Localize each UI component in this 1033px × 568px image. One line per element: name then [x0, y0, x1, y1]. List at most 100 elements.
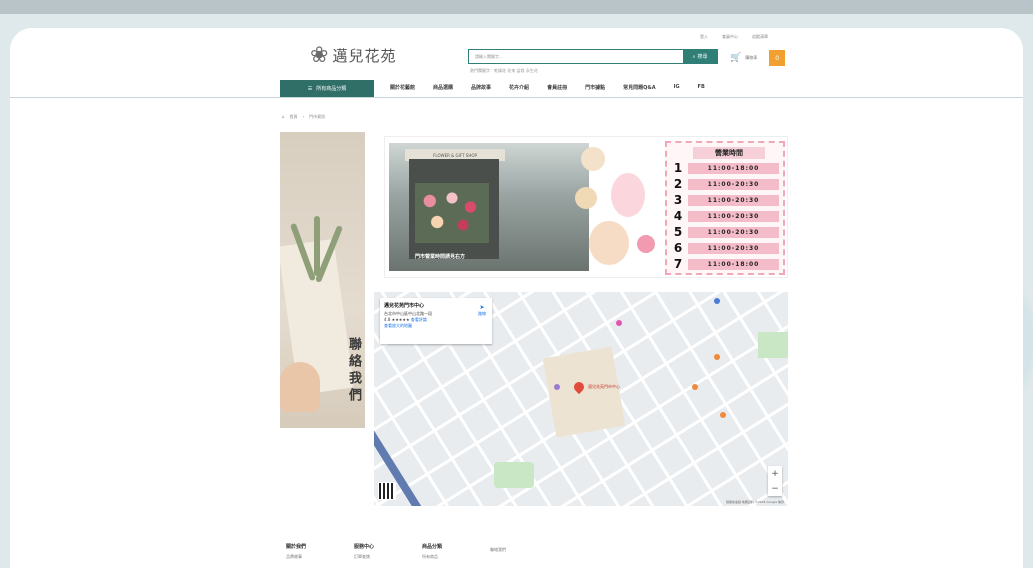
- hours-time: 11:00-20:30: [688, 178, 779, 190]
- hamburger-icon: ☰: [307, 85, 313, 92]
- map-pin-label: 邁兒花苑門市中心: [588, 384, 620, 389]
- breadcrumb: ⌂ 首頁 › 門市資訊: [282, 114, 325, 120]
- weekday-number: 6: [673, 241, 683, 255]
- directions-icon: ➤: [479, 304, 485, 311]
- wishlist-link[interactable]: 追蹤清單: [752, 34, 768, 40]
- home-icon: ⌂: [282, 114, 285, 119]
- weekday-number: 1: [673, 161, 683, 175]
- hours-row: 4 11:00-20:30: [671, 209, 779, 223]
- map-zoom-control: + −: [768, 466, 782, 496]
- footer-column: 商品分類 所有商品: [422, 543, 442, 560]
- nav-item-stores[interactable]: 門市據點: [585, 84, 605, 91]
- login-link[interactable]: 登入: [700, 34, 708, 40]
- footer-link[interactable]: 聯絡我們: [490, 547, 506, 553]
- footer-column: 關於我們 品牌故事: [286, 543, 306, 560]
- storefront-caption: 門市營業時間請見右方: [415, 254, 466, 260]
- directions-button[interactable]: ➤ 路線: [478, 304, 486, 317]
- footer-link[interactable]: 訂單查詢: [354, 554, 374, 560]
- weekday-number: 3: [673, 193, 683, 207]
- category-menu-label: 所有商品分類: [316, 86, 347, 92]
- main-nav: ☰ 所有商品分類 關於花藝館 商品選購 品牌故事 花卉介紹 會員註冊 門市據點 …: [10, 80, 1023, 98]
- utility-links: 登入 會員中心 追蹤清單: [700, 34, 768, 40]
- nav-item-story[interactable]: 品牌故事: [471, 84, 491, 91]
- footer-column: 服務中心 訂單查詢: [354, 543, 374, 560]
- cat-sticker: [575, 187, 597, 209]
- nav-item-fb[interactable]: FB: [698, 84, 705, 91]
- contact-side-banner: 聯絡我們: [280, 132, 365, 428]
- map-park: [758, 332, 788, 358]
- map-poi-icon[interactable]: [720, 412, 726, 418]
- weekday-number: 7: [673, 257, 683, 271]
- cart-icon: 🛒: [730, 53, 742, 63]
- breadcrumb-home[interactable]: 首頁: [290, 114, 298, 120]
- map-poi-icon[interactable]: [714, 354, 720, 360]
- search-button-label: 搜尋: [697, 54, 708, 60]
- search-icon: ⌕: [692, 53, 696, 60]
- hours-timetable: 營業時間 1 11:00-18:00 2 11:00-20:30 3 11:00-20…: [665, 141, 785, 275]
- brand-logo[interactable]: ❀ 邁兒花苑: [310, 36, 420, 74]
- nav-item-about[interactable]: 關於花藝館: [390, 84, 415, 91]
- zoom-in-button[interactable]: +: [771, 469, 779, 479]
- map-poi-icon[interactable]: [554, 384, 560, 390]
- map-rating: 4.8 ★★★★★: [384, 317, 410, 322]
- hours-row: 7 11:00-18:00: [671, 257, 779, 271]
- map-poi-icon[interactable]: [714, 298, 720, 304]
- hours-time: 11:00-20:30: [688, 242, 779, 254]
- hot-keywords: 熱門關鍵字：乾燥花 花束 盆栽 永生花: [470, 68, 538, 73]
- cart-button[interactable]: 🛒 購物車 0: [730, 50, 786, 66]
- footer-link[interactable]: 所有商品: [422, 554, 442, 560]
- map-poi-icon[interactable]: [692, 384, 698, 390]
- breadcrumb-separator: ›: [302, 114, 305, 119]
- search-button[interactable]: ⌕ 搜尋: [683, 50, 717, 63]
- page-card: 登入 會員中心 追蹤清單 ❀ 邁兒花苑 請輸入關鍵字... ⌕ 搜尋 熱門關鍵字…: [10, 28, 1023, 568]
- footer-link[interactable]: 品牌故事: [286, 554, 306, 560]
- member-center-link[interactable]: 會員中心: [722, 34, 738, 40]
- map-block: [542, 346, 626, 438]
- footer-links: 關於我們 品牌故事 服務中心 訂單查詢 商品分類 所有商品 聯絡我們: [286, 543, 506, 560]
- brand-name: 邁兒花苑: [332, 46, 397, 65]
- flower-display: [415, 183, 489, 243]
- map-place-title: 邁兒花苑門市中心: [384, 303, 425, 309]
- map-poi-icon[interactable]: [616, 320, 622, 326]
- cart-count-badge: 0: [769, 50, 786, 66]
- directions-label: 路線: [478, 311, 486, 316]
- footer-heading: 商品分類: [422, 544, 443, 550]
- nav-item-ig[interactable]: IG: [674, 84, 680, 91]
- google-map-embed[interactable]: 邁兒花苑門市中心 邁兒花苑門市中心 台北市中山區中山北路一段 4.8 ★★★★★…: [374, 292, 788, 506]
- nav-item-shop[interactable]: 商品選購: [433, 84, 453, 91]
- hours-row: 5 11:00-20:30: [671, 225, 779, 239]
- zoom-out-button[interactable]: −: [771, 484, 779, 494]
- hours-row: 1 11:00-18:00: [671, 161, 779, 175]
- hours-time: 11:00-18:00: [688, 258, 779, 270]
- weekday-number: 5: [673, 225, 683, 239]
- category-menu-button[interactable]: ☰ 所有商品分類: [280, 80, 374, 97]
- weekday-number: 2: [673, 177, 683, 191]
- storefront-photo: FLOWER & GIFT SHOP 門市營業時間請見右方: [389, 143, 589, 271]
- hand-illustration: [280, 362, 320, 412]
- hours-title: 營業時間: [693, 147, 765, 159]
- flower-logo-icon: ❀: [310, 42, 329, 68]
- footer-heading: 服務中心: [354, 544, 375, 550]
- nav-item-flowers[interactable]: 花卉介紹: [509, 84, 529, 91]
- hours-time: 11:00-20:30: [688, 194, 779, 206]
- hours-row: 2 11:00-20:30: [671, 177, 779, 191]
- cat-sticker: [581, 147, 605, 171]
- search-input[interactable]: 請輸入關鍵字...: [469, 50, 683, 63]
- nav-item-faq[interactable]: 常見問題Q&A: [623, 84, 655, 91]
- hours-row: 6 11:00-20:30: [671, 241, 779, 255]
- map-reviews-link[interactable]: 查看評論: [411, 317, 427, 322]
- map-info-card: 邁兒花苑門市中心 台北市中山區中山北路一段 4.8 ★★★★★ 查看評論 查看放…: [380, 298, 492, 344]
- cart-label: 購物車: [745, 55, 758, 60]
- rabbit-sticker: [611, 173, 645, 217]
- tulip-leaf: [314, 216, 320, 276]
- nav-item-register[interactable]: 會員註冊: [547, 84, 567, 91]
- qr-code-icon: [378, 482, 396, 500]
- weekday-number: 4: [673, 209, 683, 223]
- map-attribution: 鍵盤快速鍵 地圖資料 ©2024 Google 條款: [725, 500, 784, 504]
- hours-time: 11:00-20:30: [688, 226, 779, 238]
- cute-stickers: [575, 147, 665, 271]
- map-larger-link[interactable]: 查看放大的地圖: [384, 323, 488, 329]
- footer-heading: 關於我們: [286, 544, 307, 550]
- hours-time: 11:00-20:30: [688, 210, 779, 222]
- nav-menu: 關於花藝館 商品選購 品牌故事 花卉介紹 會員註冊 門市據點 常見問題Q&A I…: [390, 84, 705, 91]
